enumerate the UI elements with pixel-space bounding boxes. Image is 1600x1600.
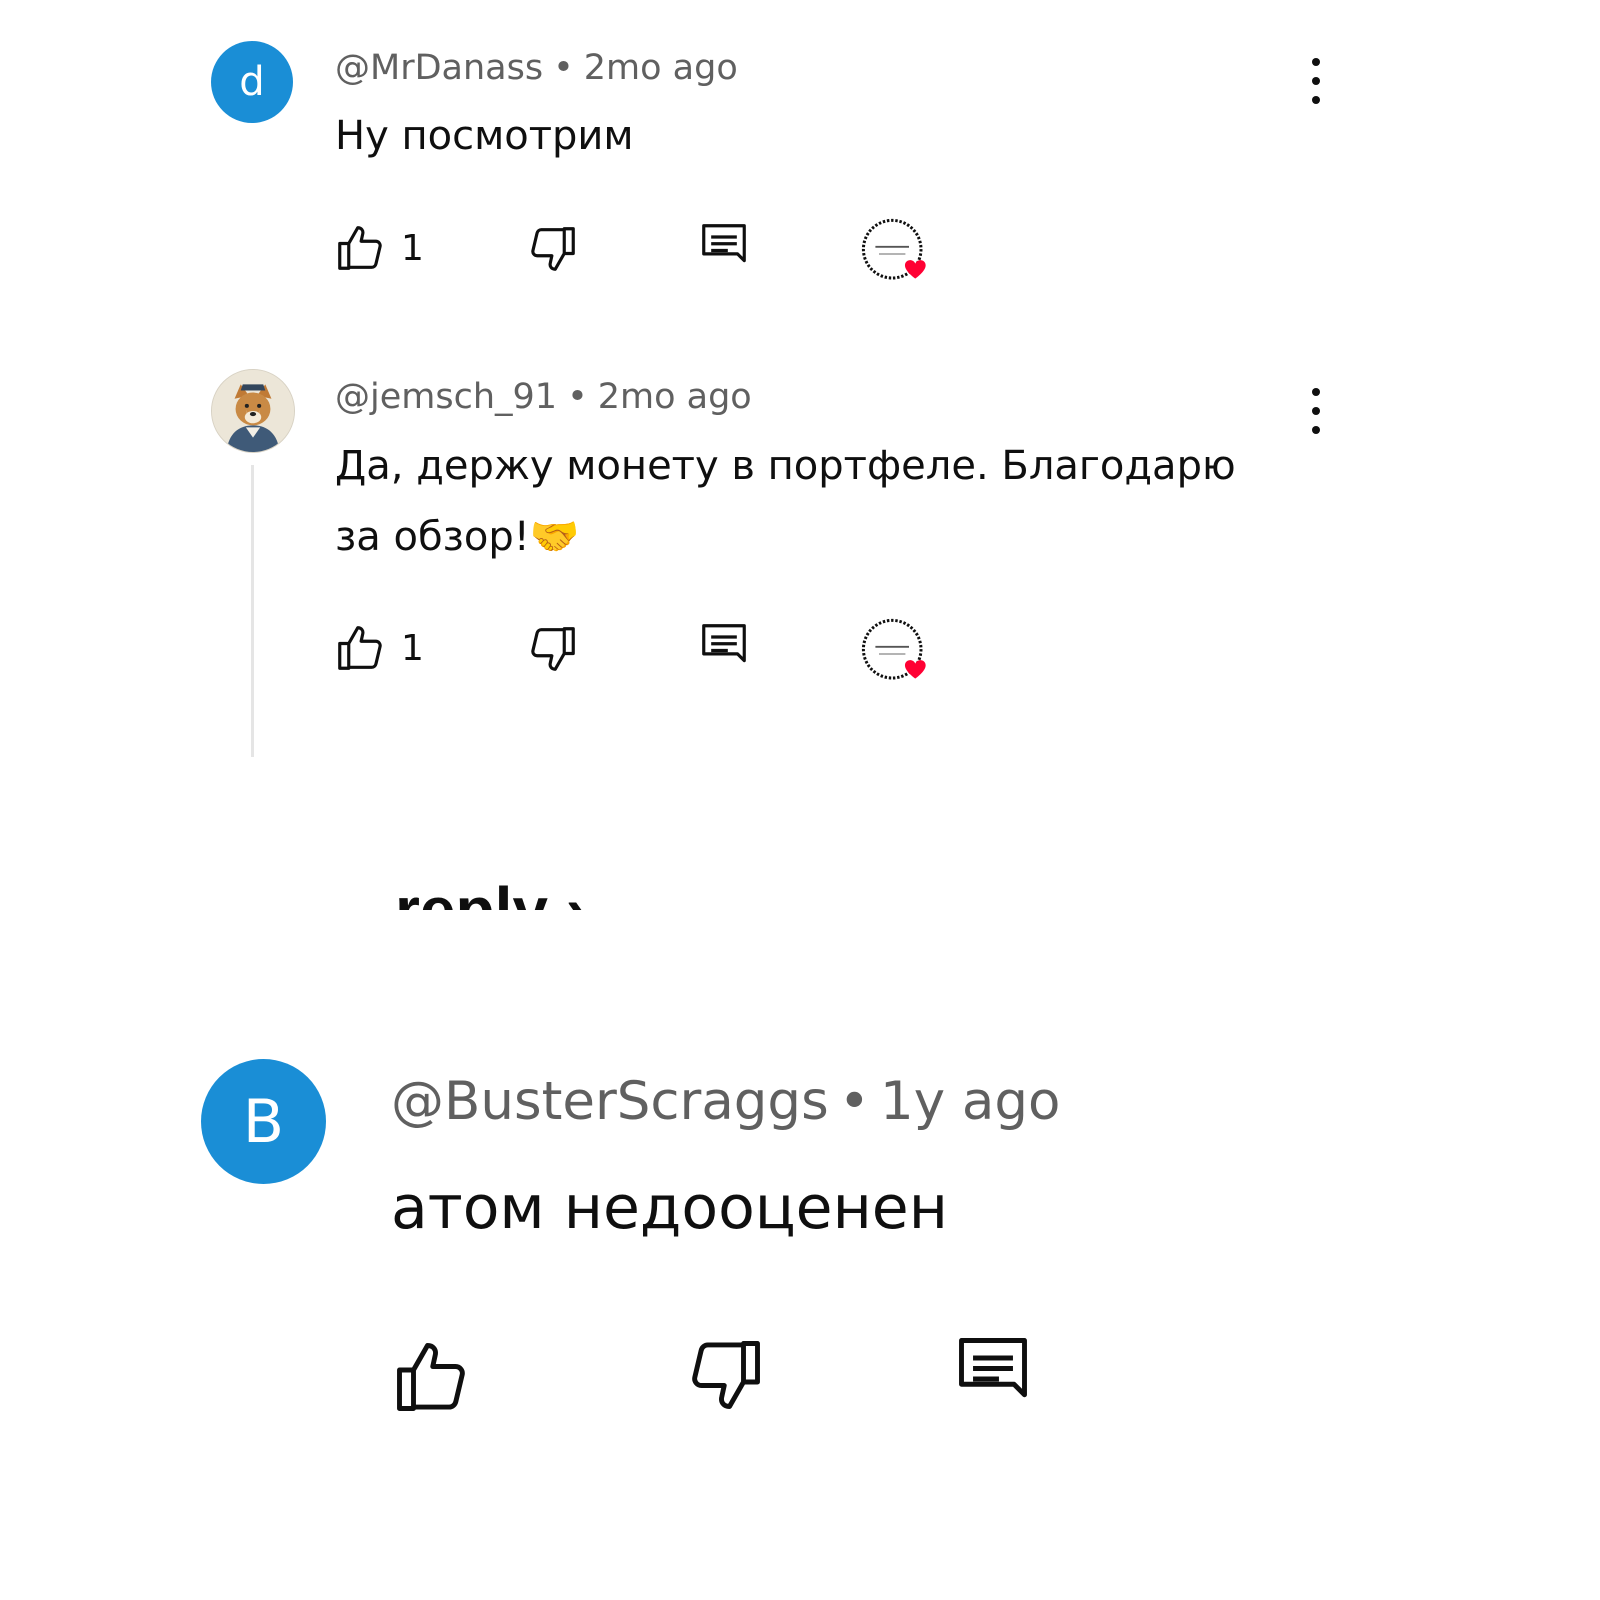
like-count: 1 (401, 628, 424, 669)
like-count: 1 (401, 228, 424, 269)
meta-separator: • (553, 48, 574, 88)
more-options-button[interactable] (1309, 388, 1323, 434)
reply-icon[interactable] (697, 219, 751, 273)
reply-icon[interactable] (697, 619, 751, 673)
thumb-down-icon[interactable] (526, 222, 580, 276)
author-handle[interactable]: @MrDanass (335, 48, 543, 88)
avatar[interactable]: B (201, 1059, 326, 1184)
avatar-letter: d (239, 59, 265, 105)
creator-heart-icon (861, 218, 926, 280)
reply-icon[interactable] (951, 1330, 1035, 1414)
thumb-down-icon[interactable] (526, 622, 580, 676)
more-options-button[interactable] (1309, 58, 1323, 104)
comment-text-line-1: Да, держу монету в портфеле. Благодарю (335, 443, 1236, 489)
creator-heart-icon (861, 618, 926, 680)
thumb-up-icon[interactable] (333, 221, 387, 275)
thumb-up-icon[interactable] (389, 1335, 473, 1419)
meta-separator: • (838, 1071, 870, 1132)
comment-text-line-2: за обзор!🤝 (335, 514, 580, 560)
comment-text: атом недооценен (391, 1173, 948, 1243)
reply-link[interactable]: reply › (395, 862, 695, 910)
more-vert-icon (1312, 58, 1320, 66)
thumb-down-icon[interactable] (684, 1333, 768, 1417)
avatar[interactable]: d (211, 41, 293, 123)
more-vert-icon (1312, 388, 1320, 396)
comment-meta: @MrDanass • 2mo ago (335, 48, 738, 88)
comment-time[interactable]: 1y ago (880, 1071, 1060, 1132)
author-handle[interactable]: @jemsch_91 (335, 377, 557, 417)
avatar[interactable] (211, 369, 295, 453)
comment-meta: @BusterScraggs • 1y ago (391, 1071, 1060, 1132)
author-handle[interactable]: @BusterScraggs (391, 1071, 829, 1132)
corgi-portrait-icon (212, 370, 294, 452)
comment-time[interactable]: 2mo ago (584, 48, 738, 88)
comment-time[interactable]: 2mo ago (598, 377, 752, 417)
comment-text: Ну посмотрим (335, 113, 634, 159)
comment-meta: @jemsch_91 • 2mo ago (335, 377, 752, 417)
meta-separator: • (567, 377, 588, 417)
thread-line (251, 465, 254, 757)
thumb-up-icon[interactable] (333, 621, 387, 675)
avatar-letter: B (242, 1086, 285, 1157)
